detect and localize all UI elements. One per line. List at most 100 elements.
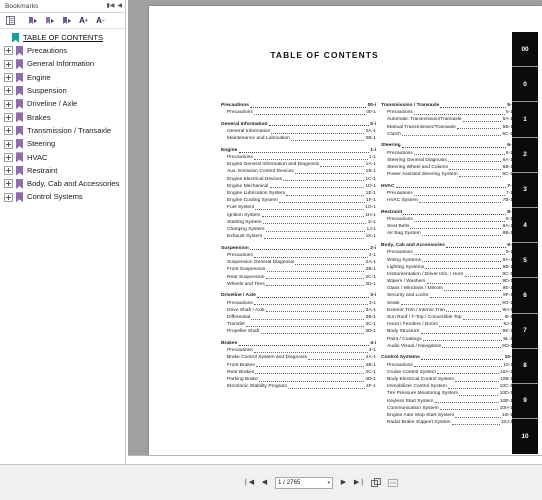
expand-icon[interactable] [4, 179, 13, 189]
toc-entry[interactable]: Engine Electrical Devices 1C-1 [221, 176, 376, 183]
toc-entry[interactable]: Precautions 6-1 [381, 150, 513, 157]
toc-entry[interactable]: Lighting Systems 9B-1 [381, 264, 513, 271]
page-index-tab[interactable]: 2 [512, 137, 538, 173]
toc-entry[interactable]: Communication System 10H-1 [381, 405, 513, 412]
expand-icon[interactable] [4, 112, 13, 122]
toc-group-heading[interactable]: HVAC 7-i [381, 183, 513, 190]
toc-entry[interactable]: Precautions 8-1 [381, 216, 513, 223]
chevron-down-icon[interactable]: ▾ [327, 480, 330, 486]
page-index-tab[interactable]: 6 [512, 278, 538, 314]
toc-entry[interactable]: Brake Control System and Diagnosis 4A-1 [221, 355, 376, 362]
page-index-tab[interactable]: 1 [512, 102, 538, 138]
toc-entry[interactable]: Engine Lubrication System 1E-1 [221, 190, 376, 197]
fit-page-icon[interactable] [370, 477, 382, 489]
toc-group-heading[interactable]: Body, Cab and Accessories 9-i [381, 242, 513, 249]
toc-entry[interactable]: Aux. Emission Control Devices 1B-1 [221, 169, 376, 176]
bookmark-item[interactable]: Control Systems [0, 191, 125, 204]
toc-entry[interactable]: Precautions 3-1 [221, 300, 376, 307]
toc-entry[interactable]: Audio Visual / Navigation 9O-1 [381, 343, 513, 350]
toc-entry[interactable]: Rear Suspension 2C-1 [221, 274, 376, 281]
toc-entry[interactable]: Engine Mechanical 1D-1 [221, 183, 376, 190]
toc-entry[interactable]: Front Suspension 2B-1 [221, 266, 376, 273]
toc-group-heading[interactable]: Transmission / Transaxle 5-i [381, 102, 513, 109]
toc-entry[interactable]: Precautions 1-1 [221, 154, 376, 161]
toc-group-heading[interactable]: Brakes 4-i [221, 340, 376, 347]
toc-group-heading[interactable]: General Information 0-i [221, 121, 376, 128]
toc-entry[interactable]: Precautions 2-1 [221, 252, 376, 259]
toc-entry[interactable]: HVAC System 7B-1 [381, 197, 513, 204]
document-viewer[interactable]: TABLE OF CONTENTS Precautions 00-i Precaut… [128, 0, 542, 464]
toc-entry[interactable]: Engine Cooling System 1F-1 [221, 197, 376, 204]
toc-entry[interactable]: Wiring Systems 9A-1 [381, 257, 513, 264]
toc-entry[interactable]: Glass / Windows / Mirrors 9E-1 [381, 285, 513, 292]
fit-width-icon[interactable] [387, 477, 399, 489]
toc-entry[interactable]: Propeller Shaft 3D-1 [221, 328, 376, 335]
toc-group-heading[interactable]: Control Systems 10-i [381, 355, 513, 362]
toc-entry[interactable]: Maintenance and Lubrication 0B-1 [221, 135, 376, 142]
toc-entry[interactable]: Precautions 00-1 [221, 109, 376, 116]
toc-entry[interactable]: Precautions 5-1 [381, 109, 513, 116]
page-index-tab[interactable]: 3 [512, 172, 538, 208]
toc-entry[interactable]: Wheels and Tires 2D-1 [221, 281, 376, 288]
toc-entry[interactable]: Steering General Diagnosis 6A-1 [381, 157, 513, 164]
bookmark-item[interactable]: General Information [0, 58, 125, 71]
toc-entry[interactable]: Charging System 1J-1 [221, 226, 376, 233]
expand-icon[interactable] [4, 73, 13, 83]
toc-entry[interactable]: Cruise Control System 10A-1 [381, 369, 513, 376]
bookmark-root-table-of-contents[interactable]: TABLE OF CONTENTS [0, 31, 125, 44]
toc-entry[interactable]: Radar Brake Support System 10J-1 [381, 419, 513, 426]
increase-text-size-button[interactable]: A + [76, 14, 91, 27]
toc-entry[interactable]: Paint / Coatings 9L-1 [381, 336, 513, 343]
toc-entry[interactable]: Body Electrical Control System 10B-1 [381, 376, 513, 383]
toc-entry[interactable]: Precautions 7-1 [381, 190, 513, 197]
toc-entry[interactable]: Security and Locks 9F-1 [381, 293, 513, 300]
toc-entry[interactable]: Keyless Start System 10E-1 [381, 398, 513, 405]
toc-entry[interactable]: Manual Transmission/Transaxle 5B-1 [381, 124, 513, 131]
toc-entry[interactable]: Precautions 10-1 [381, 362, 513, 369]
page-number-input[interactable]: 1 / 2765 ▾ [275, 476, 333, 489]
last-page-button[interactable]: ▶❘ [354, 477, 365, 488]
toc-entry[interactable]: Starting System 1I-1 [221, 219, 376, 226]
page-index-tab[interactable]: 8 [512, 348, 538, 384]
toc-entry[interactable]: Wipers / Washers 9D-1 [381, 278, 513, 285]
panel-close-icon[interactable]: ◀ [117, 3, 122, 9]
expand-icon[interactable] [4, 139, 13, 149]
toc-entry[interactable]: Automatic Transmission/Transaxle 5A-1 [381, 116, 513, 123]
expand-icon[interactable] [4, 86, 13, 96]
bookmark-arrow-icon[interactable] [59, 14, 74, 27]
toc-entry[interactable]: Immobilizer Control System 10C-1 [381, 383, 513, 390]
bookmark-arrow-icon[interactable] [25, 14, 40, 27]
page-index-tab[interactable]: 4 [512, 207, 538, 244]
page-index-tab[interactable]: 7 [512, 313, 538, 349]
decrease-text-size-button[interactable]: A − [93, 14, 108, 27]
expand-icon[interactable] [4, 126, 13, 136]
expand-icon[interactable] [4, 166, 13, 176]
page-index-tab[interactable]: 5 [512, 243, 538, 279]
list-icon[interactable] [3, 14, 18, 27]
toc-entry[interactable]: Instrumentation / Driver Info. / Horn 9C-… [381, 271, 513, 278]
toc-group-heading[interactable]: Engine 1-i [221, 147, 376, 154]
expand-icon[interactable] [4, 59, 13, 69]
toc-entry[interactable]: Tire Pressure Monitoring System 10D-1 [381, 390, 513, 397]
toc-group-heading[interactable]: Precautions 00-i [221, 102, 376, 109]
bookmark-item[interactable]: Suspension [0, 84, 125, 97]
expand-icon[interactable] [4, 152, 13, 162]
toc-group-heading[interactable]: Steering 6-i [381, 142, 513, 149]
page-index-tab[interactable]: 00 [512, 32, 538, 68]
toc-entry[interactable]: Exhaust System 1K-1 [221, 233, 376, 240]
bookmark-item[interactable]: Engine [0, 71, 125, 84]
toc-entry[interactable]: Exterior Trim / Interior Trim 9H-1 [381, 307, 513, 314]
first-page-button[interactable]: ❘◀ [243, 477, 254, 488]
expand-icon[interactable] [4, 192, 13, 202]
toc-entry[interactable]: Electronic Stability Program 4F-1 [221, 383, 376, 390]
toc-entry[interactable]: Hood / Fenders / Doors 9J-1 [381, 321, 513, 328]
page-index-tab[interactable]: 10 [512, 419, 538, 455]
toc-entry[interactable]: Steering Wheel and Column 6B-1 [381, 164, 513, 171]
toc-entry[interactable]: Differential 3B-1 [221, 314, 376, 321]
next-page-button[interactable]: ▶ [338, 477, 349, 488]
toc-entry[interactable]: Engine General Information and Diagnosis… [221, 161, 376, 168]
toc-entry[interactable]: Clutch 5C-1 [381, 131, 513, 138]
previous-page-button[interactable]: ◀ [259, 477, 270, 488]
bookmark-item[interactable]: Precautions [0, 44, 125, 57]
toc-entry[interactable]: Rear Brakes 4C-1 [221, 369, 376, 376]
